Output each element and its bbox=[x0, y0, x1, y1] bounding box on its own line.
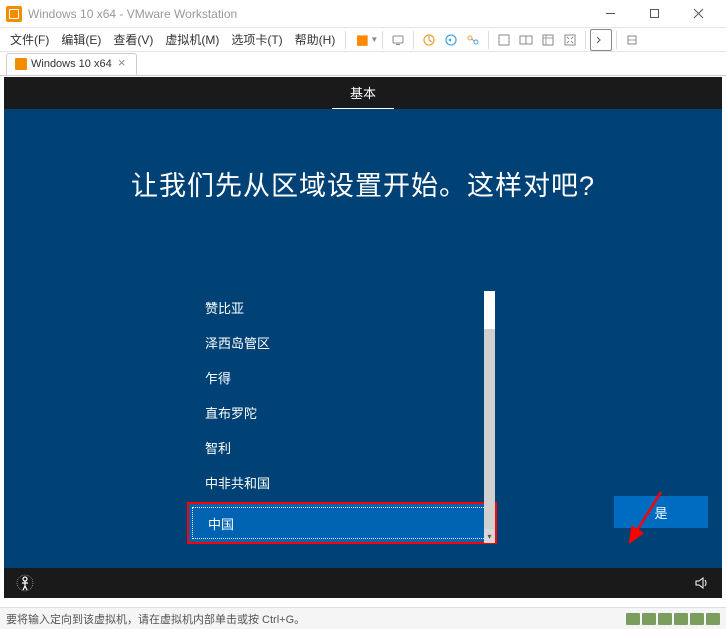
window-title: Windows 10 x64 - VMware Workstation bbox=[28, 7, 588, 21]
manage-snapshots-button[interactable] bbox=[462, 29, 484, 51]
region-selected-label: 中国 bbox=[208, 514, 234, 533]
menubar: 文件(F) 编辑(E) 查看(V) 虚拟机(M) 选项卡(T) 帮助(H) ▮▮… bbox=[0, 28, 726, 52]
maximize-button[interactable] bbox=[632, 1, 676, 27]
region-item[interactable]: 智利 bbox=[187, 430, 497, 465]
region-item[interactable]: 中非共和国 bbox=[187, 465, 497, 500]
vm-viewport[interactable]: 基本 让我们先从区域设置开始。这样对吧? 赞比亚 泽西岛管区 乍得 直布罗陀 智… bbox=[4, 77, 722, 598]
oobe-footer bbox=[4, 568, 722, 598]
stretch-button[interactable] bbox=[621, 29, 643, 51]
region-item[interactable]: 直布罗陀 bbox=[187, 395, 497, 430]
vm-tab-icon bbox=[15, 58, 27, 70]
statusbar-text: 要将输入定向到该虚拟机，请在虚拟机内部单击或按 Ctrl+G。 bbox=[6, 611, 305, 627]
volume-icon[interactable] bbox=[694, 575, 710, 591]
device-icon[interactable] bbox=[658, 613, 672, 625]
region-item[interactable]: 泽西岛管区 bbox=[187, 325, 497, 360]
scrollbar-down-button[interactable]: ▾ bbox=[484, 529, 495, 543]
minimize-button[interactable] bbox=[588, 1, 632, 27]
device-icon[interactable] bbox=[642, 613, 656, 625]
unity-button[interactable] bbox=[537, 29, 559, 51]
power-dropdown-icon[interactable]: ▼ bbox=[370, 35, 378, 44]
statusbar: 要将输入定向到该虚拟机，请在虚拟机内部单击或按 Ctrl+G。 bbox=[0, 607, 726, 629]
device-icon[interactable] bbox=[690, 613, 704, 625]
pause-button[interactable]: ▮▮ bbox=[350, 29, 372, 51]
multi-monitor-button[interactable] bbox=[515, 29, 537, 51]
menu-file[interactable]: 文件(F) bbox=[4, 29, 55, 50]
region-scrollbar[interactable]: ▾ bbox=[484, 291, 495, 543]
vmware-icon bbox=[6, 6, 22, 22]
snapshot-button[interactable] bbox=[418, 29, 440, 51]
tab-label: Windows 10 x64 bbox=[31, 58, 112, 70]
device-icon[interactable] bbox=[674, 613, 688, 625]
window-controls bbox=[588, 1, 720, 27]
menu-help[interactable]: 帮助(H) bbox=[289, 29, 342, 50]
ease-of-access-icon[interactable] bbox=[16, 574, 34, 592]
oobe-body: 让我们先从区域设置开始。这样对吧? 赞比亚 泽西岛管区 乍得 直布罗陀 智利 中… bbox=[4, 109, 722, 568]
revert-button[interactable] bbox=[440, 29, 462, 51]
menu-edit[interactable]: 编辑(E) bbox=[55, 29, 107, 50]
oobe-header: 基本 bbox=[4, 77, 722, 109]
thumbnail-view-button[interactable] bbox=[493, 29, 515, 51]
send-ctrl-alt-del-button[interactable] bbox=[387, 29, 409, 51]
fullscreen-button[interactable] bbox=[559, 29, 581, 51]
console-button[interactable] bbox=[590, 29, 612, 51]
oobe-tab-basic[interactable]: 基本 bbox=[332, 77, 394, 110]
device-icon[interactable] bbox=[626, 613, 640, 625]
region-selected[interactable]: 中国 bbox=[187, 502, 497, 544]
menu-tabs[interactable]: 选项卡(T) bbox=[225, 29, 288, 50]
tabbar: Windows 10 x64 × bbox=[0, 52, 726, 76]
menu-vm[interactable]: 虚拟机(M) bbox=[159, 29, 225, 50]
scrollbar-thumb[interactable] bbox=[484, 291, 495, 329]
region-item[interactable]: 乍得 bbox=[187, 360, 497, 395]
titlebar: Windows 10 x64 - VMware Workstation bbox=[0, 0, 726, 28]
device-icon[interactable] bbox=[706, 613, 720, 625]
region-item[interactable]: 赞比亚 bbox=[187, 290, 497, 325]
tab-close-button[interactable]: × bbox=[116, 58, 128, 70]
oobe-title: 让我们先从区域设置开始。这样对吧? bbox=[4, 109, 722, 223]
menu-view[interactable]: 查看(V) bbox=[107, 29, 159, 50]
status-device-icons bbox=[626, 613, 720, 625]
close-button[interactable] bbox=[676, 1, 720, 27]
yes-button[interactable]: 是 bbox=[614, 496, 708, 528]
tab-windows10[interactable]: Windows 10 x64 × bbox=[6, 53, 137, 75]
